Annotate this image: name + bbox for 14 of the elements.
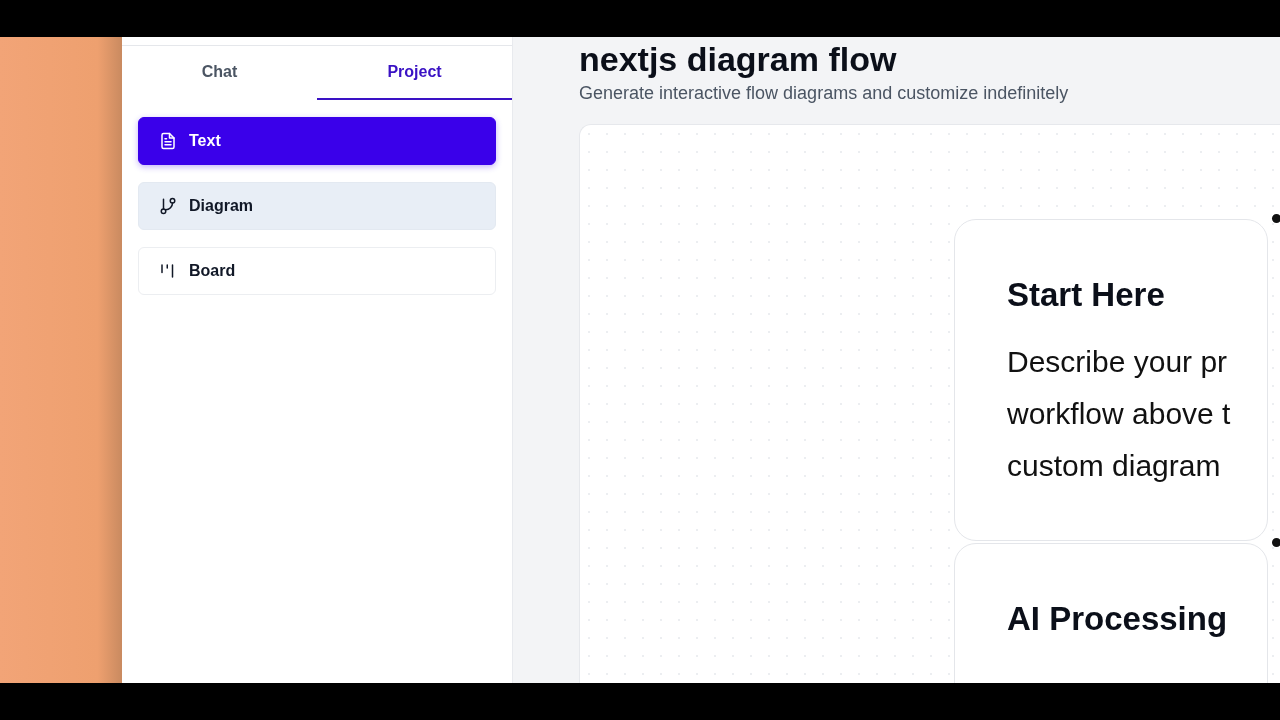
handle-dot[interactable] [1272, 214, 1280, 223]
document-icon [159, 132, 177, 150]
sidebar-item[interactable]: Text [138, 117, 496, 165]
flow-node[interactable]: Start Here Describe your pr workflow above t custom diagram [954, 219, 1268, 541]
handle-dot[interactable] [1272, 538, 1280, 547]
node-title: AI Processing [1007, 600, 1229, 638]
flow-node[interactable]: AI Processing [954, 543, 1268, 683]
page-subtitle: Generate interactive flow diagrams and customize indefinitely [579, 83, 1070, 104]
sidebar-item[interactable]: Diagram [138, 182, 496, 230]
node-description: Describe your pr workflow above t custom diagram [1007, 344, 1232, 484]
node-title: Start Here [1007, 276, 1166, 314]
branch-icon [159, 197, 177, 215]
sidebar-item[interactable]: Board [138, 247, 496, 295]
page-title: nextjs diagram flow [579, 39, 898, 79]
